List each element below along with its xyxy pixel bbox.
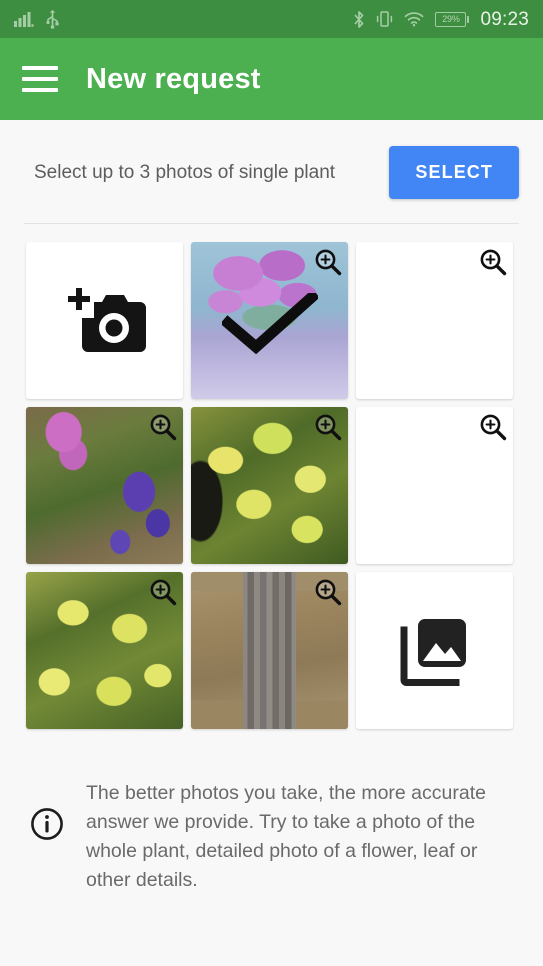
page-title: New request [86,62,261,95]
status-bar: 29% 09:23 [0,0,543,38]
battery-level-label: 29% [442,13,460,24]
magnifier-zoom-in-icon[interactable] [478,247,508,277]
info-circle-icon [31,808,63,840]
photo-cell[interactable] [356,407,513,564]
photo-cell[interactable] [26,407,183,564]
vibrate-icon [377,11,393,27]
bluetooth-icon [354,10,364,28]
open-gallery-cell[interactable] [356,572,513,729]
hamburger-menu-icon[interactable] [22,66,58,92]
magnifier-zoom-in-icon[interactable] [478,412,508,442]
select-photos-hint: Select up to 3 photos of single plant [34,161,336,183]
photo-cell[interactable] [191,572,348,729]
app-bar: New request [0,38,543,120]
usb-icon [46,9,59,29]
battery-icon: 29% [435,11,470,27]
info-row: The better photos you take, the more acc… [0,729,543,894]
photo-library-icon [400,618,466,686]
wifi-icon [405,11,424,26]
info-text: The better photos you take, the more acc… [86,782,486,891]
signal-bars-icon [14,12,34,27]
magnifier-zoom-in-icon[interactable] [148,577,178,607]
status-bar-left [14,9,60,29]
photo-cell[interactable] [356,242,513,399]
select-photos-row: Select up to 3 photos of single plant SE… [0,120,543,223]
photo-cell[interactable] [26,572,183,729]
photo-cell[interactable] [191,242,348,399]
status-bar-right: 29% 09:23 [353,10,529,29]
photo-grid [0,224,543,729]
status-bar-clock: 09:23 [480,8,529,30]
select-button[interactable]: SELECT [389,146,519,199]
take-photo-cell[interactable] [26,242,183,399]
magnifier-zoom-in-icon[interactable] [148,412,178,442]
add-photo-camera-icon [67,287,146,352]
magnifier-zoom-in-icon[interactable] [313,247,343,277]
magnifier-zoom-in-icon[interactable] [313,577,343,607]
checkmark-icon [221,292,318,354]
photo-cell[interactable] [191,407,348,564]
magnifier-zoom-in-icon[interactable] [313,412,343,442]
